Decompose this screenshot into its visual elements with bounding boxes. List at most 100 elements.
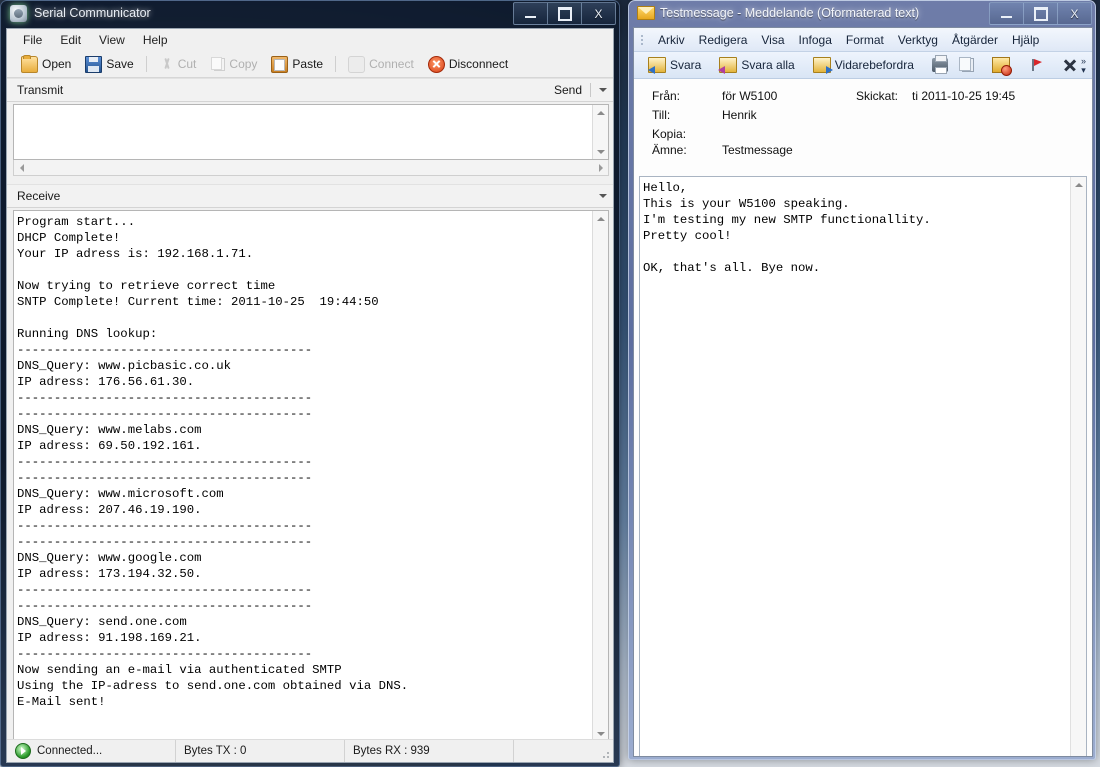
menu-item-hjalp[interactable]: Hjälp (1005, 30, 1046, 50)
forward-button-label: Vidarebefordra (835, 58, 914, 72)
mail-minimize-button[interactable] (989, 2, 1024, 25)
serial-toolbar[interactable]: Open Save Cut Copy Paste Connec (7, 51, 613, 78)
serial-window-controls[interactable]: X (513, 2, 616, 25)
header-row-subject: Ämne: Testmessage (634, 143, 1092, 162)
open-button-label: Open (42, 57, 71, 71)
serial-close-button[interactable]: X (582, 2, 616, 25)
folder-open-icon (21, 56, 38, 73)
junk-button[interactable] (987, 55, 1015, 75)
save-button[interactable]: Save (79, 54, 139, 75)
toolbar-overflow-icon[interactable]: »▾ (1077, 54, 1090, 76)
connect-button[interactable]: Connect (342, 54, 420, 75)
transmit-group-header: Transmit Send (7, 78, 613, 102)
transmit-scroll-down-icon[interactable] (593, 144, 608, 159)
serial-communicator-window[interactable]: Serial Communicator X File Edit View Hel… (0, 0, 620, 767)
receive-vertical-scrollbar[interactable] (592, 211, 608, 741)
forward-icon (813, 57, 831, 73)
send-button[interactable]: Send (554, 83, 582, 97)
transmit-horizontal-scrollbar[interactable] (13, 160, 609, 176)
receive-scroll-up-icon[interactable] (593, 211, 608, 226)
cut-button[interactable]: Cut (153, 55, 203, 74)
transmit-text (17, 108, 590, 157)
menu-item-redigera[interactable]: Redigera (692, 30, 755, 50)
disconnect-button[interactable]: Disconnect (422, 54, 514, 75)
transmit-scroll-right-icon[interactable] (593, 160, 608, 175)
mail-title-bar[interactable]: Testmessage - Meddelande (Oformaterad te… (628, 0, 1096, 27)
serial-minimize-button[interactable] (513, 2, 548, 25)
reply-button[interactable]: Svara (643, 55, 706, 75)
forward-button[interactable]: Vidarebefordra (808, 55, 919, 75)
disconnect-button-label: Disconnect (449, 57, 508, 71)
receive-text: Program start... DHCP Complete! Your IP … (17, 214, 590, 739)
copy-button[interactable]: Copy (204, 55, 263, 73)
from-label: Från: (634, 89, 722, 103)
envelope-icon (637, 6, 655, 20)
scissors-icon (159, 57, 174, 72)
print-icon (932, 58, 948, 72)
mail-header-area: Från: för W5100 Skickat: ti 2011-10-25 1… (634, 79, 1092, 173)
mail-toolbar[interactable]: Svara Svara alla Vidarebefordra (634, 52, 1092, 79)
sent-value: ti 2011-10-25 19:45 (912, 89, 1015, 103)
receive-group-header: Receive (7, 184, 613, 208)
to-value: Henrik (722, 108, 757, 122)
menu-item-visa[interactable]: Visa (754, 30, 791, 50)
chevron-down-icon[interactable] (599, 88, 607, 92)
mail-close-button[interactable]: X (1058, 2, 1092, 25)
reply-all-button-label: Svara alla (741, 58, 794, 72)
resize-grip[interactable] (599, 748, 611, 760)
mail-window-controls[interactable]: X (989, 2, 1092, 25)
junk-mail-icon (992, 57, 1010, 73)
mail-client-area: Arkiv Redigera Visa Infoga Format Verkty… (633, 27, 1093, 757)
mail-scroll-up-icon[interactable] (1071, 177, 1086, 192)
menu-grip-icon[interactable] (640, 32, 647, 48)
print-button[interactable] (927, 56, 953, 74)
menu-item-format[interactable]: Format (839, 30, 891, 50)
copy-icon (214, 58, 225, 71)
subject-value: Testmessage (722, 143, 793, 157)
save-button-label: Save (106, 57, 133, 71)
red-flag-icon (1028, 58, 1044, 72)
header-row-to: Till: Henrik (634, 108, 1092, 127)
status-connection: Connected... (7, 740, 176, 762)
header-row-from: Från: för W5100 Skickat: ti 2011-10-25 1… (634, 89, 1092, 108)
menu-item-verktyg[interactable]: Verktyg (891, 30, 945, 50)
serial-title-bar[interactable]: Serial Communicator X (0, 0, 620, 28)
paste-button-label: Paste (292, 57, 323, 71)
mail-body-vertical-scrollbar[interactable] (1070, 177, 1086, 757)
transmit-scroll-left-icon[interactable] (14, 160, 29, 175)
mail-body-area[interactable]: Hello, This is your W5100 speaking. I'm … (639, 176, 1087, 757)
receive-textarea[interactable]: Program start... DHCP Complete! Your IP … (13, 210, 609, 742)
mail-message-window[interactable]: Testmessage - Meddelande (Oformaterad te… (628, 0, 1096, 760)
mail-maximize-button[interactable] (1024, 2, 1058, 25)
flag-button[interactable] (1023, 56, 1049, 74)
help-button[interactable] (1091, 55, 1093, 75)
reply-icon (648, 57, 666, 73)
send-separator (590, 83, 591, 97)
serial-maximize-button[interactable] (548, 2, 582, 25)
header-row-cc: Kopia: (634, 127, 1092, 143)
mail-window-title: Testmessage - Meddelande (Oformaterad te… (660, 6, 919, 20)
menu-item-atgarder[interactable]: Åtgärder (945, 30, 1005, 50)
menu-item-edit[interactable]: Edit (52, 30, 89, 50)
menu-item-help[interactable]: Help (135, 30, 176, 50)
transmit-textarea[interactable] (13, 104, 609, 160)
floppy-save-icon (85, 56, 102, 73)
menu-item-file[interactable]: File (15, 30, 50, 50)
reply-all-button[interactable]: Svara alla (714, 55, 799, 75)
paste-button[interactable]: Paste (265, 54, 329, 75)
serial-menu-bar[interactable]: File Edit View Help (7, 29, 613, 51)
receive-chevron-down-icon[interactable] (599, 194, 607, 198)
cut-button-label: Cut (178, 57, 197, 71)
copy-button-mail[interactable] (953, 56, 979, 74)
reply-all-icon (719, 57, 737, 73)
receive-label: Receive (17, 189, 60, 203)
plug-connect-icon (348, 56, 365, 73)
transmit-vertical-scrollbar[interactable] (592, 105, 608, 159)
menu-item-arkiv[interactable]: Arkiv (651, 30, 692, 50)
menu-item-infoga[interactable]: Infoga (792, 30, 839, 50)
mail-menu-bar[interactable]: Arkiv Redigera Visa Infoga Format Verkty… (634, 28, 1092, 52)
menu-item-view[interactable]: View (91, 30, 133, 50)
transmit-scroll-up-icon[interactable] (593, 105, 608, 120)
status-connection-text: Connected... (37, 745, 102, 757)
open-button[interactable]: Open (15, 54, 77, 75)
